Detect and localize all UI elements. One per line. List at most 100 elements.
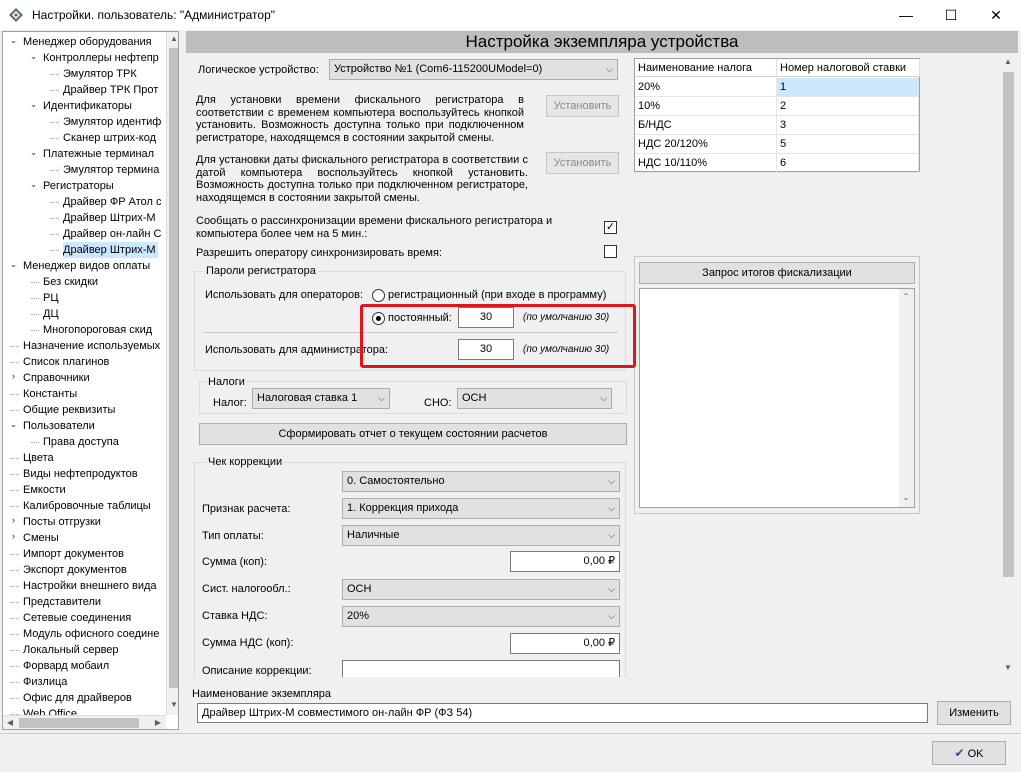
tax-name-cell[interactable]: НДС 20/120%	[635, 135, 777, 154]
tax-system-select[interactable]: ОСН ⌵	[342, 579, 620, 600]
fiscal-results-area[interactable]: ⌃ ⌄	[639, 288, 915, 508]
calc-sign-select[interactable]: 1. Коррекция прихода ⌵	[342, 498, 620, 519]
tree-horizontal-scrollbar[interactable]: ◀ ▶	[3, 715, 166, 729]
column-header-tax-name[interactable]: Наименование налога	[635, 59, 777, 77]
tree-item[interactable]: Драйвер ТРК Прот	[63, 82, 160, 98]
desync-notice-checkbox[interactable]: ✓	[604, 221, 617, 234]
tree-item[interactable]: Настройки внешнего вида	[23, 578, 159, 594]
fiscal-results-scrollbar[interactable]: ⌃ ⌄	[899, 289, 914, 507]
scroll-down-icon[interactable]: ▼	[167, 700, 178, 709]
sno-select[interactable]: ОСН ⌵	[457, 388, 612, 409]
chevron-down-icon[interactable]: ⌄	[29, 99, 38, 110]
vat-rate-select[interactable]: 20% ⌵	[342, 606, 620, 627]
settings-tree[interactable]: ⌄ Менеджер оборудования ⌄ Контроллеры нефте…	[2, 31, 179, 730]
tax-name-cell[interactable]: 10%	[635, 97, 777, 116]
chevron-right-icon[interactable]: ›	[9, 371, 18, 381]
tree-item[interactable]: Модуль офисного соедине	[23, 626, 161, 642]
tree-item[interactable]: Список плагинов	[23, 354, 111, 370]
tree-item[interactable]: Платежные терминал	[43, 146, 156, 162]
vat-sum-input[interactable]: 0,00 ₽	[510, 633, 620, 654]
fiscal-request-button[interactable]: Запрос итогов фискализации	[639, 262, 915, 284]
main-vertical-scrollbar[interactable]: ▲ ▼	[1000, 54, 1017, 677]
set-date-button[interactable]: Установить	[546, 152, 619, 174]
tree-item[interactable]: Сканер штрих-код	[63, 130, 158, 146]
tax-name-cell[interactable]: 20%	[635, 78, 777, 97]
scroll-up-icon[interactable]: ▲	[1001, 57, 1015, 66]
correction-mode-select[interactable]: 0. Самостоятельно ⌵	[342, 471, 620, 492]
chevron-down-icon[interactable]: ⌄	[9, 419, 18, 430]
tax-name-cell[interactable]: Б/НДС	[635, 116, 777, 135]
tree-item[interactable]: Эмулятор ТРК	[63, 66, 139, 82]
chevron-down-icon[interactable]: ⌄	[29, 179, 38, 190]
tree-item[interactable]: Смены	[23, 530, 61, 546]
maximize-button[interactable]: ☐	[928, 0, 974, 30]
logical-device-select[interactable]: Устройство №1 (Com6-115200UModel=0) ⌵	[329, 59, 618, 80]
tree-item[interactable]: Драйвер Штрих-М	[63, 210, 158, 226]
tree-hscroll-thumb[interactable]	[19, 718, 139, 728]
tree-item[interactable]: Права доступа	[43, 434, 121, 450]
main-scroll-thumb[interactable]	[1003, 72, 1014, 577]
close-button[interactable]: ✕	[973, 0, 1019, 30]
change-button[interactable]: Изменить	[937, 701, 1011, 725]
chevron-down-icon[interactable]: ⌄	[29, 51, 38, 62]
tax-select[interactable]: Налоговая ставка 1 ⌵	[252, 388, 390, 409]
tax-rate-cell[interactable]: 5	[777, 135, 919, 154]
ok-button[interactable]: ✔ OK	[932, 741, 1006, 765]
chevron-down-icon[interactable]: ⌄	[9, 259, 18, 270]
tree-item[interactable]: Экспорт документов	[23, 562, 129, 578]
instance-name-input[interactable]: Драйвер Штрих-М совместимого он-лайн ФР …	[197, 703, 928, 723]
tree-item[interactable]: Калибровочные таблицы	[23, 498, 153, 514]
tree-item[interactable]: Идентификаторы	[43, 98, 134, 114]
tree-item[interactable]: Контроллеры нефтепр	[43, 50, 161, 66]
chevron-down-icon[interactable]: ⌄	[9, 35, 18, 46]
tax-rate-cell[interactable]: 6	[777, 154, 919, 173]
tree-vertical-scrollbar[interactable]: ▲ ▼	[166, 32, 178, 715]
tree-item[interactable]: Офис для драйверов	[23, 690, 134, 706]
tree-item[interactable]: Web Office	[23, 706, 79, 715]
tree-item[interactable]: Без скидки	[43, 274, 100, 290]
tree-item[interactable]: Общие реквизиты	[23, 402, 117, 418]
scroll-down-icon[interactable]: ▼	[1001, 663, 1015, 672]
tree-item[interactable]: Менеджер видов оплаты	[23, 258, 152, 274]
tree-scroll-thumb[interactable]	[169, 48, 178, 688]
tax-name-cell[interactable]: НДС 10/110%	[635, 154, 777, 173]
tree-item[interactable]: Цвета	[23, 450, 56, 466]
tree-item[interactable]: Многопороговая скид	[43, 322, 154, 338]
tree-item[interactable]: Физлица	[23, 674, 69, 690]
column-header-tax-rate[interactable]: Номер налоговой ставки	[777, 59, 920, 77]
scroll-up-icon[interactable]: ⌃	[899, 292, 913, 301]
scroll-down-icon[interactable]: ⌄	[899, 493, 913, 502]
tree-item[interactable]: Посты отгрузки	[23, 514, 103, 530]
tree-item[interactable]: Локальный сервер	[23, 642, 121, 658]
tree-item[interactable]: РЦ	[43, 290, 60, 306]
payment-type-select[interactable]: Наличные ⌵	[342, 525, 620, 546]
tree-item[interactable]: Менеджер оборудования	[23, 34, 154, 50]
scroll-left-icon[interactable]: ◀	[3, 718, 17, 727]
tree-item[interactable]: Драйвер он-лайн С	[63, 226, 163, 242]
description-input[interactable]	[342, 660, 620, 677]
chevron-right-icon[interactable]: ›	[9, 515, 18, 525]
tree-item[interactable]: Импорт документов	[23, 546, 126, 562]
tree-item[interactable]: ДЦ	[43, 306, 61, 322]
set-time-button[interactable]: Установить	[546, 95, 619, 117]
tree-item[interactable]: Эмулятор идентиф	[63, 114, 163, 130]
tree-item[interactable]: Драйвер ФР Атол с	[63, 194, 163, 210]
minimize-button[interactable]: —	[883, 0, 929, 30]
tax-rate-cell[interactable]: 2	[777, 97, 919, 116]
allow-sync-checkbox[interactable]	[604, 245, 617, 258]
tax-rate-cell[interactable]: 3	[777, 116, 919, 135]
chevron-down-icon[interactable]: ⌄	[29, 147, 38, 158]
chevron-right-icon[interactable]: ›	[9, 531, 18, 541]
tree-item[interactable]: Виды нефтепродуктов	[23, 466, 140, 482]
tree-item[interactable]: Регистраторы	[43, 178, 116, 194]
tree-item[interactable]: Драйвер Штрих-М	[63, 242, 158, 258]
tax-rates-table[interactable]: Наименование налога Номер налоговой став…	[634, 58, 920, 173]
sum-input[interactable]: 0,00 ₽	[510, 551, 620, 572]
tax-rate-cell[interactable]: 1	[777, 78, 919, 97]
tree-item[interactable]: Назначение используемых	[23, 338, 162, 354]
tree-item[interactable]: Константы	[23, 386, 79, 402]
tree-item[interactable]: Представители	[23, 594, 103, 610]
scroll-up-icon[interactable]: ▲	[167, 34, 178, 43]
scroll-right-icon[interactable]: ▶	[151, 718, 165, 727]
tree-item[interactable]: Форвард мобаил	[23, 658, 111, 674]
